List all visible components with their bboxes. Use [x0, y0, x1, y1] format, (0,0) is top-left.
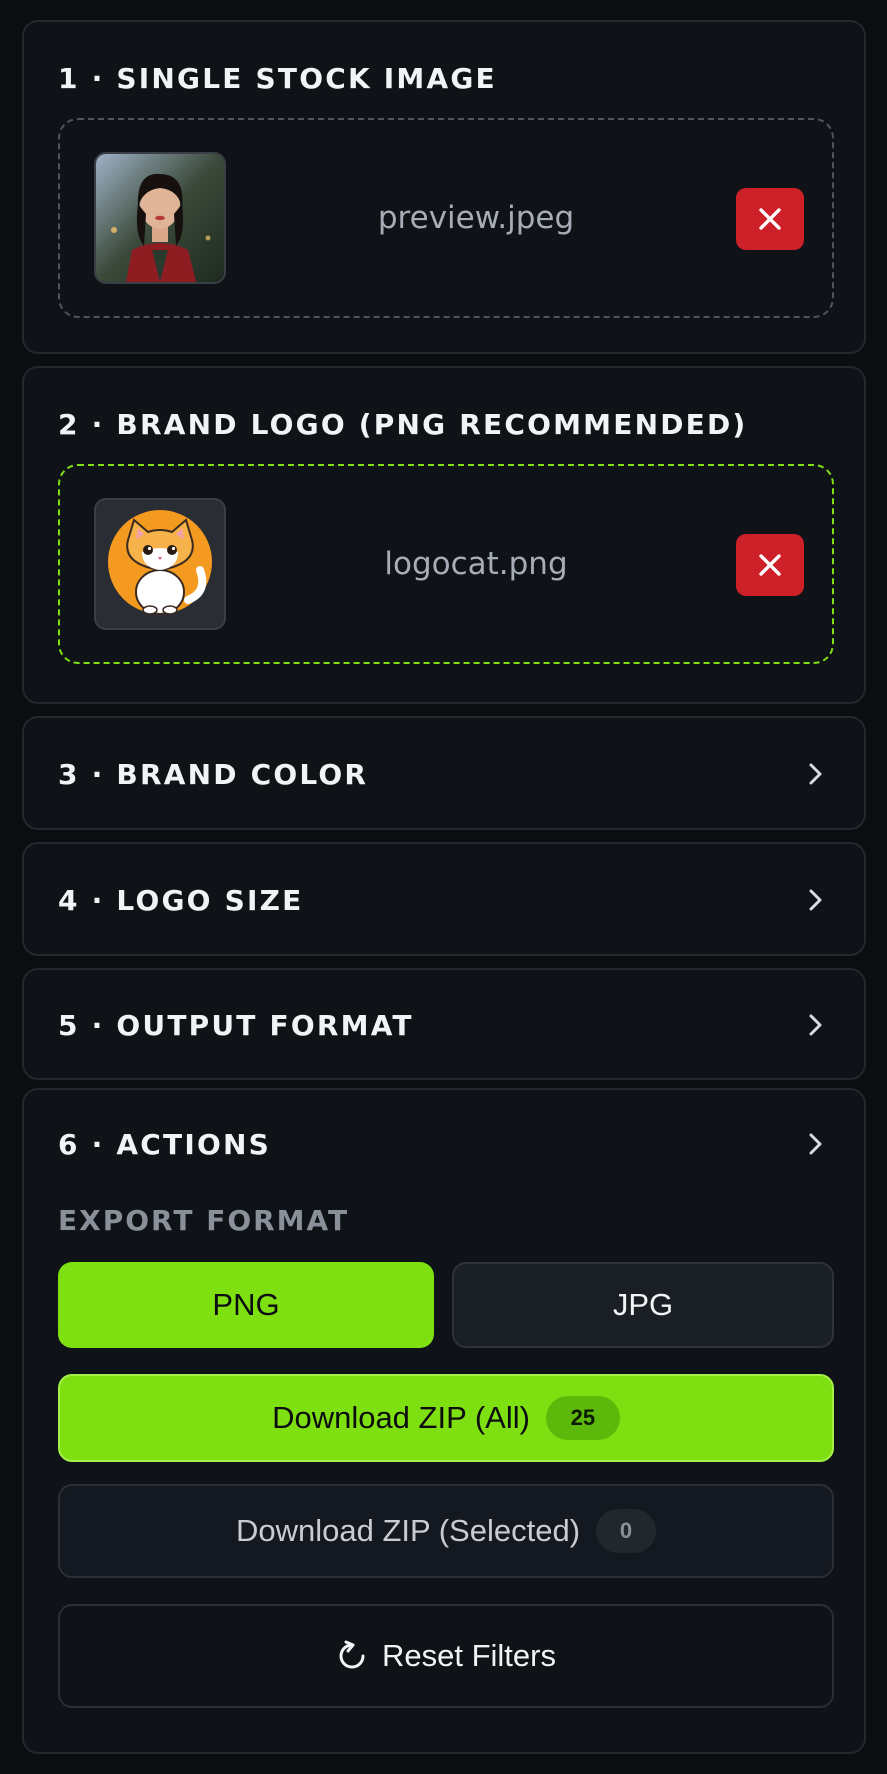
reset-filters-label: Reset Filters [382, 1638, 556, 1673]
brand-logo-dropzone[interactable]: logocat.png [58, 464, 834, 664]
portrait-photo-thumbnail [94, 152, 226, 284]
section-logo-size[interactable]: 4 · LOGO SIZE [22, 842, 866, 956]
chevron-right-icon [809, 1014, 822, 1036]
section-title: 4 · LOGO SIZE [58, 884, 304, 917]
chevron-right-icon [809, 763, 822, 785]
chevron-right-icon [809, 889, 822, 911]
close-icon [759, 554, 781, 576]
download-zip-all-label: Download ZIP (All) [272, 1400, 530, 1435]
download-all-count-badge: 25 [545, 1396, 620, 1440]
section-output-format[interactable]: 5 · OUTPUT FORMAT [22, 968, 866, 1080]
cat-logo-thumbnail [94, 498, 226, 630]
refresh-icon [339, 1640, 365, 1669]
export-format-label: EXPORT FORMAT [58, 1204, 350, 1237]
chevron-right-icon[interactable] [806, 1130, 826, 1158]
section-single-stock-image: 1 · SINGLE STOCK IMAGE preview.jpeg [22, 20, 866, 354]
section-brand-logo: 2 · BRAND LOGO (PNG RECOMMENDED) logocat… [22, 366, 866, 704]
remove-stock-image-button[interactable] [736, 188, 804, 250]
download-zip-selected-button[interactable]: Download ZIP (Selected) 0 [58, 1484, 834, 1578]
download-selected-count-badge: 0 [596, 1509, 657, 1553]
reset-filters-button[interactable]: Reset Filters [58, 1604, 834, 1708]
remove-brand-logo-button[interactable] [736, 534, 804, 596]
section-title: 5 · OUTPUT FORMAT [58, 1009, 414, 1042]
section-title: 2 · BRAND LOGO (PNG RECOMMENDED) [58, 408, 748, 441]
close-icon [759, 208, 781, 230]
download-zip-all-button[interactable]: Download ZIP (All) 25 [58, 1374, 834, 1462]
section-title: 1 · SINGLE STOCK IMAGE [58, 62, 497, 95]
format-png-label: PNG [212, 1287, 280, 1322]
format-jpg-button[interactable]: JPG [452, 1262, 834, 1348]
brand-logo-filename: logocat.png [384, 546, 568, 582]
section-title: 3 · BRAND COLOR [58, 758, 369, 791]
stock-image-dropzone[interactable]: preview.jpeg [58, 118, 834, 318]
stock-image-filename: preview.jpeg [377, 200, 575, 236]
format-jpg-label: JPG [612, 1287, 674, 1322]
format-png-button[interactable]: PNG [58, 1262, 434, 1348]
section-title: 6 · ACTIONS [58, 1128, 271, 1161]
section-actions: 6 · ACTIONS EXPORT FORMAT PNG JPG Downlo… [22, 1088, 866, 1754]
section-brand-color[interactable]: 3 · BRAND COLOR [22, 716, 866, 830]
download-zip-selected-label: Download ZIP (Selected) [235, 1513, 581, 1548]
